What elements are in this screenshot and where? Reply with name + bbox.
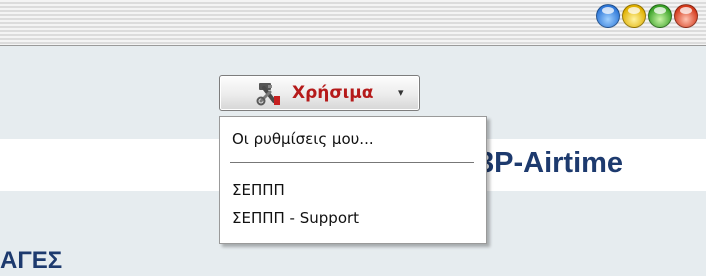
window-control-green-button[interactable] (648, 4, 672, 28)
window-control-yellow-button[interactable] (622, 4, 646, 28)
window-title-bar (0, 0, 706, 46)
menu-item-seppp[interactable]: ΣΕΠΠΠ (232, 180, 285, 200)
utilities-menu-label: Χρήσιμα (292, 83, 374, 103)
window-control-blue-button[interactable] (596, 4, 620, 28)
section-heading: ΑΓΕΣ (0, 247, 63, 274)
page-title: 3P-Airtime (478, 147, 624, 179)
window-control-red-button[interactable] (674, 4, 698, 28)
utilities-dropdown-menu: Οι ρυθμίσεις μου... ΣΕΠΠΠ ΣΕΠΠΠ - Suppor… (219, 116, 487, 244)
menu-separator (230, 162, 474, 163)
menu-item-my-settings[interactable]: Οι ρυθμίσεις μου... (232, 129, 374, 149)
tools-icon (256, 83, 280, 106)
chevron-down-icon: ▾ (398, 86, 404, 99)
utilities-menu-button[interactable]: Χρήσιμα ▾ (219, 75, 420, 111)
menu-item-seppp-support[interactable]: ΣΕΠΠΠ - Support (232, 208, 359, 228)
